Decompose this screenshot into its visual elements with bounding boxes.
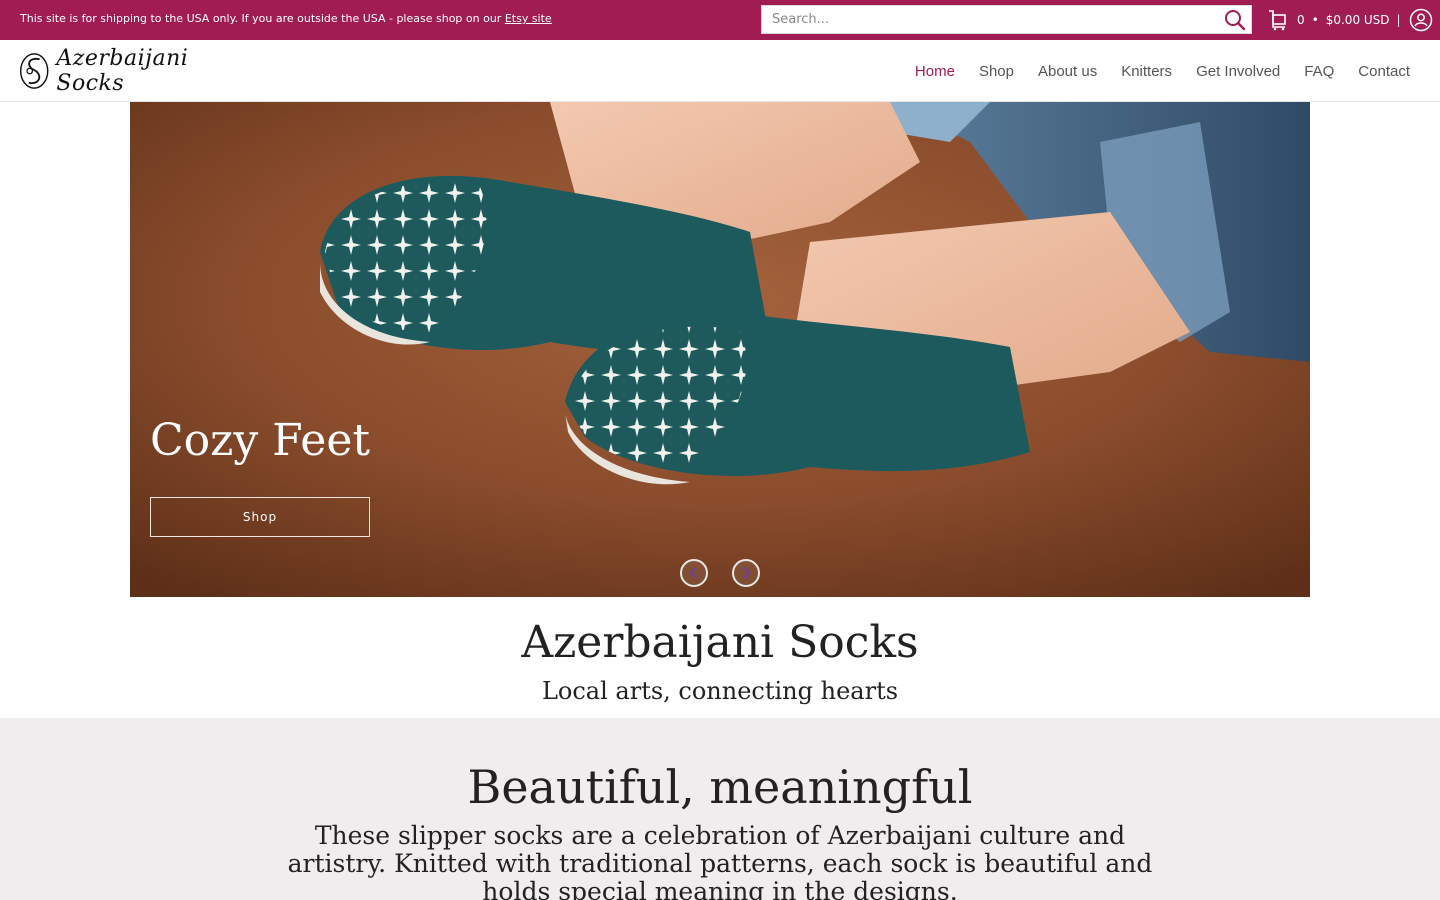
chevron-right-icon <box>743 567 751 579</box>
nav-get-involved[interactable]: Get Involved <box>1196 63 1280 80</box>
search-input[interactable] <box>762 6 1217 33</box>
account-icon[interactable] <box>1409 8 1433 32</box>
site-header: Azerbaijani Socks Home Shop About us Kni… <box>0 40 1440 102</box>
search-icon <box>1225 10 1246 31</box>
intro-title: Azerbaijani Socks <box>521 617 919 668</box>
search-button[interactable] <box>1223 9 1247 31</box>
shipping-notice-text: This site is for shipping to the USA onl… <box>20 12 505 25</box>
nav-knitters[interactable]: Knitters <box>1121 63 1172 80</box>
cart-separator: • <box>1311 13 1319 27</box>
hero-slideshow: Cozy Feet Shop <box>130 102 1310 597</box>
announcement-bar: This site is for shipping to the USA onl… <box>0 0 1440 40</box>
main-nav: Home Shop About us Knitters Get Involved… <box>915 40 1410 102</box>
cart-total[interactable]: $0.00 USD <box>1326 13 1390 27</box>
intro-section: Azerbaijani Socks Local arts, connecting… <box>0 597 1440 718</box>
nav-shop[interactable]: Shop <box>979 63 1014 80</box>
search-box <box>761 5 1252 34</box>
cart-count[interactable]: 0 <box>1297 13 1305 27</box>
logo-mark-icon <box>19 53 49 89</box>
feature-section: Beautiful, meaningful These slipper sock… <box>0 718 1440 900</box>
hero-shop-button[interactable]: Shop <box>150 497 370 537</box>
feature-body: These slipper socks are a celebration of… <box>287 821 1153 900</box>
nav-contact[interactable]: Contact <box>1358 63 1410 80</box>
slide-next-button[interactable] <box>732 559 760 587</box>
logo[interactable]: Azerbaijani Socks <box>18 46 243 96</box>
feature-title: Beautiful, meaningful <box>467 760 973 814</box>
intro-subtitle: Local arts, connecting hearts <box>541 677 899 705</box>
logo-text: Azerbaijani Socks <box>56 46 189 96</box>
etsy-site-link[interactable]: Etsy site <box>505 12 552 25</box>
cart-icon[interactable] <box>1266 9 1288 31</box>
nav-home[interactable]: Home <box>915 63 955 80</box>
slide-prev-button[interactable] <box>680 559 708 587</box>
hero-title: Cozy Feet <box>150 415 371 466</box>
cart-area: 0 • $0.00 USD | <box>1266 8 1433 32</box>
nav-faq[interactable]: FAQ <box>1304 63 1334 80</box>
divider: | <box>1396 13 1401 27</box>
chevron-left-icon <box>689 567 697 579</box>
shipping-notice: This site is for shipping to the USA onl… <box>20 12 552 25</box>
nav-about-us[interactable]: About us <box>1038 63 1097 80</box>
